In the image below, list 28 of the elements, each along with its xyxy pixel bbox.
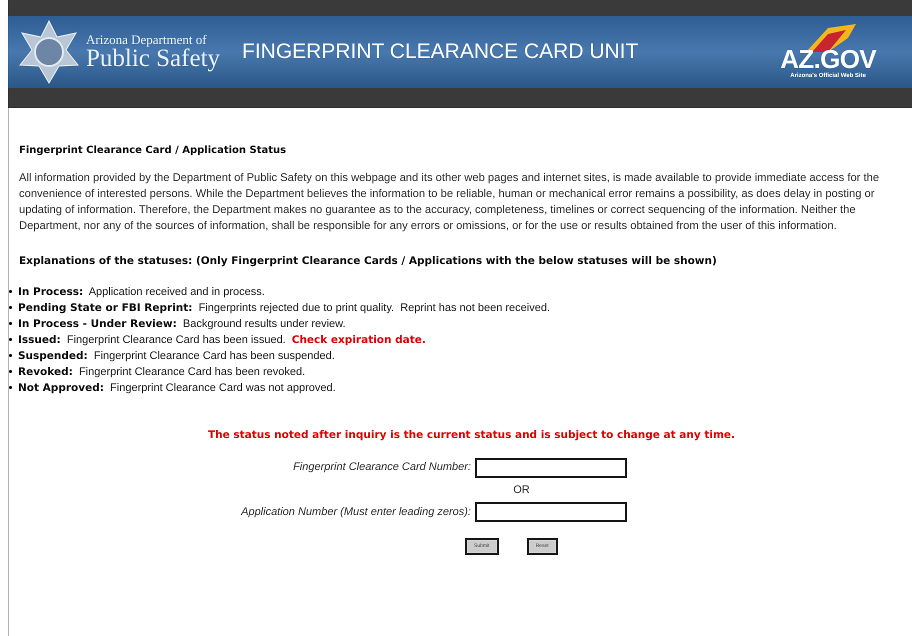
bullet-icon: [9, 386, 12, 390]
card-number-field[interactable]: [475, 458, 627, 478]
status-description: Suspended: Fingerprint Clearance Card has been suspended.: [18, 348, 335, 364]
bullet-icon: [9, 322, 12, 326]
bullet-icon: [9, 354, 12, 358]
status-description: Revoked: Fingerprint Clearance Card has been revoked.: [18, 364, 306, 380]
bullet-icon: [9, 306, 12, 310]
bullet-icon: [9, 370, 12, 374]
application-number-label: Application Number (Must enter leading zeros):: [240, 504, 471, 520]
bullet-icon: [9, 338, 12, 342]
page-heading: Fingerprint Clearance Card / Application Status: [19, 144, 288, 158]
agency-name: Public Safety: [86, 46, 220, 71]
agency-name-line: Arizona Department of: [86, 33, 208, 46]
expiration-warning: Check expiration date.: [292, 332, 426, 348]
statuses-heading: Explanations of the statuses: (Only Fingerprint Clearance Cards / Applications with the below statuses will be shown): [19, 254, 718, 269]
portal-logo[interactable]: AZ.GOV: [780, 46, 876, 72]
status-notice: The status noted after inquiry is the current status and is subject to change at any time.: [206, 428, 736, 443]
card-number-label: Fingerprint Clearance Card Number:: [292, 460, 471, 476]
application-number-field[interactable]: [475, 502, 627, 522]
status-description: Not Approved: Fingerprint Clearance Card was not approved.: [18, 380, 336, 396]
disclaimer-paragraph: All information provided by the Department of Public Safety on this webpage and its other web pages and internet sites, is made available to provide immediate access for the convenience of interested persons. While the Department believes the information to be reliable, human or mechanical error remains a possibility, as does delay in posting or updating of information. Therefore, the Department makes no guarantee as to the accuracy, completeness, timelines or correct sequencing of the information. Neither the Department, nor any of the sources of information, shall be responsible for any errors or omissions, or for the use or results obtained from the user of this information.: [19, 171, 880, 234]
bullet-icon: [9, 290, 12, 294]
status-description: Issued: Fingerprint Clearance Card has been issued.: [18, 332, 286, 348]
status-description: Pending State or FBI Reprint: Fingerprints rejected due to print quality. Reprint has not been received.: [18, 300, 550, 316]
status-description: In Process: Application received and in process.: [18, 284, 265, 300]
or-separator: OR: [512, 482, 531, 498]
banner-title: FINGERPRINT CLEARANCE CARD UNIT: [242, 39, 638, 66]
status-description: In Process - Under Review: Background results under review.: [18, 316, 346, 332]
